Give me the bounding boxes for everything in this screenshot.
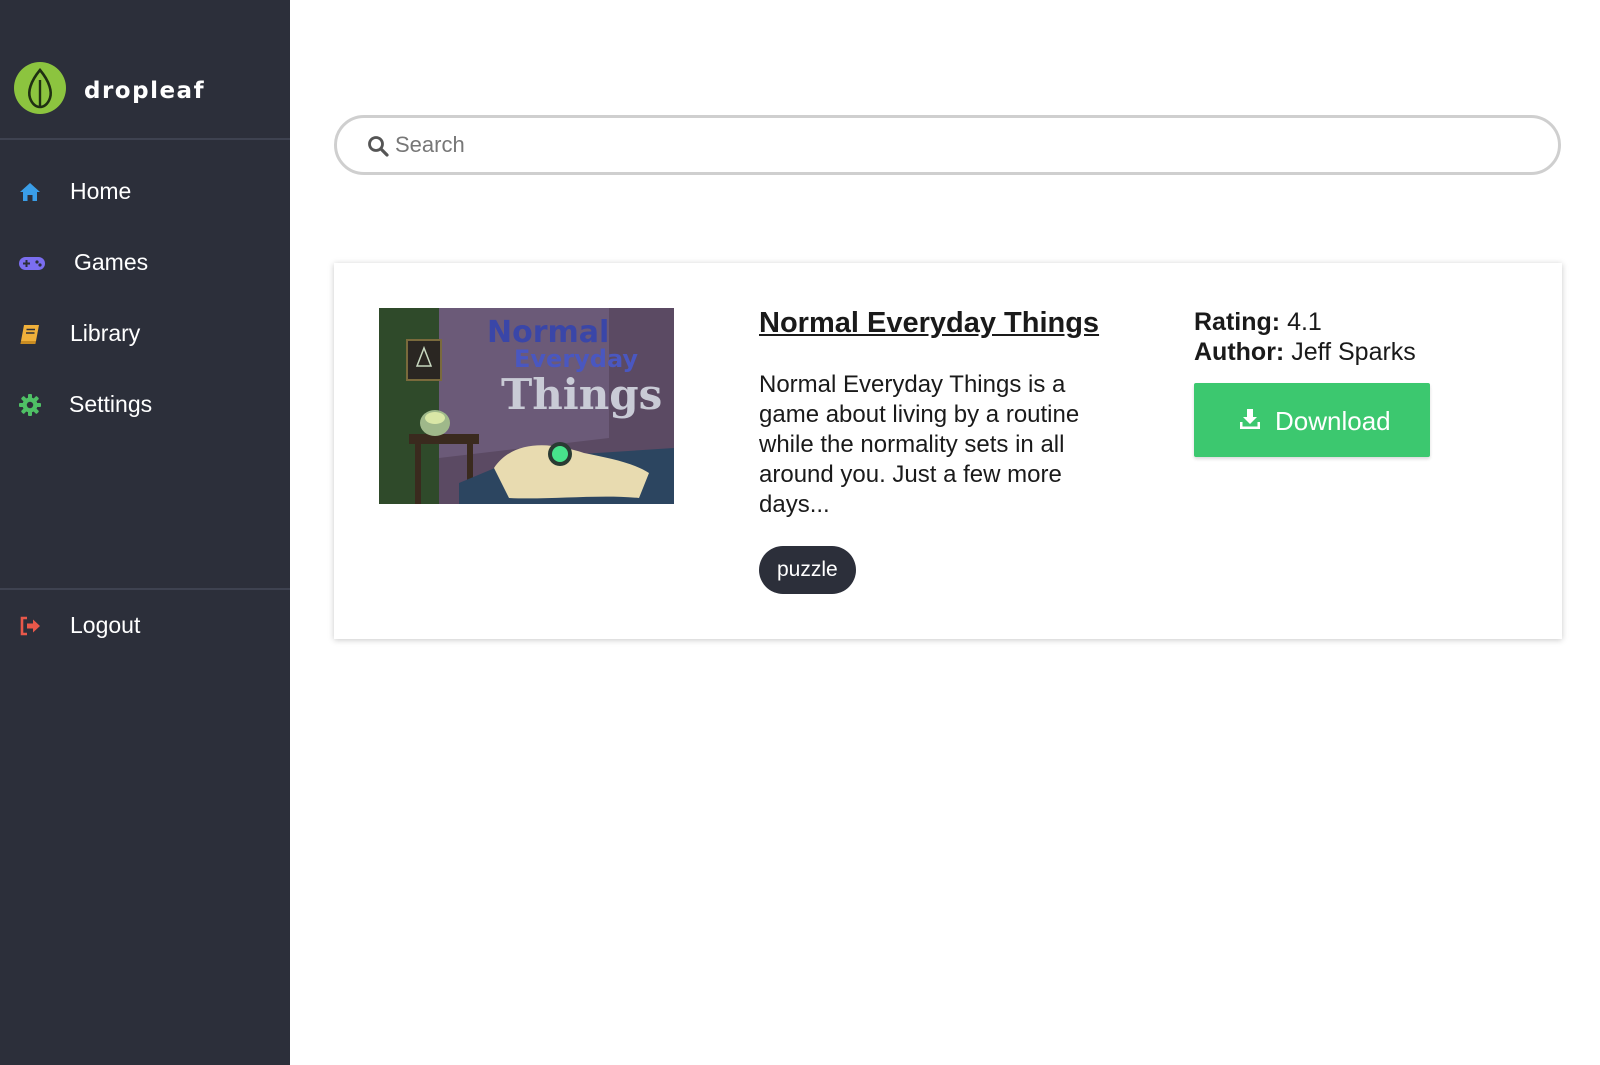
download-icon [1238,407,1262,431]
sidebar-item-label: Library [70,320,141,346]
brand-name: dropleaf [84,78,206,104]
gear-icon [18,393,42,417]
sidebar-item-label: Games [74,249,149,275]
rating-label: Rating: [1194,308,1281,336]
search-icon [367,135,389,157]
sidebar-item-games[interactable]: Games [0,237,290,289]
sidebar-item-settings[interactable]: Settings [0,379,290,431]
download-button[interactable]: Download [1194,383,1430,457]
sidebar: dropleaf Home Games Library Settings Log… [0,0,290,1065]
book-icon [18,322,42,346]
rating: Rating: 4.1 [1194,308,1322,337]
tag-puzzle[interactable]: puzzle [759,546,856,594]
brand[interactable]: dropleaf [0,0,290,140]
sidebar-item-logout[interactable]: Logout [0,600,290,652]
sidebar-item-library[interactable]: Library [0,308,290,360]
game-card: Normal Everyday Things Normal Everyday T… [334,263,1562,639]
search-bar[interactable] [334,115,1561,175]
home-icon [18,180,42,204]
author-label: Author: [1194,338,1285,366]
rating-value: 4.1 [1287,308,1322,336]
game-thumbnail[interactable]: Normal Everyday Things [379,308,674,504]
search-input[interactable] [395,127,1535,163]
sidebar-divider [0,588,290,590]
gamepad-icon [18,251,45,275]
thumbnail-art-word: Things [501,370,662,419]
sign-out-icon [18,614,42,638]
sidebar-item-home[interactable]: Home [0,166,290,218]
sidebar-item-label: Logout [70,612,141,638]
leaf-logo-icon [14,62,66,114]
author-name: Jeff Sparks [1291,338,1416,366]
thumbnail-art-word: Everyday [514,345,638,373]
author: Author: Jeff Sparks [1194,338,1416,367]
download-label: Download [1275,406,1391,436]
sidebar-item-label: Settings [69,391,153,417]
sidebar-item-label: Home [70,178,132,204]
game-description: Normal Everyday Things is a game about l… [759,371,1080,518]
game-title[interactable]: Normal Everyday Things [759,307,1099,340]
